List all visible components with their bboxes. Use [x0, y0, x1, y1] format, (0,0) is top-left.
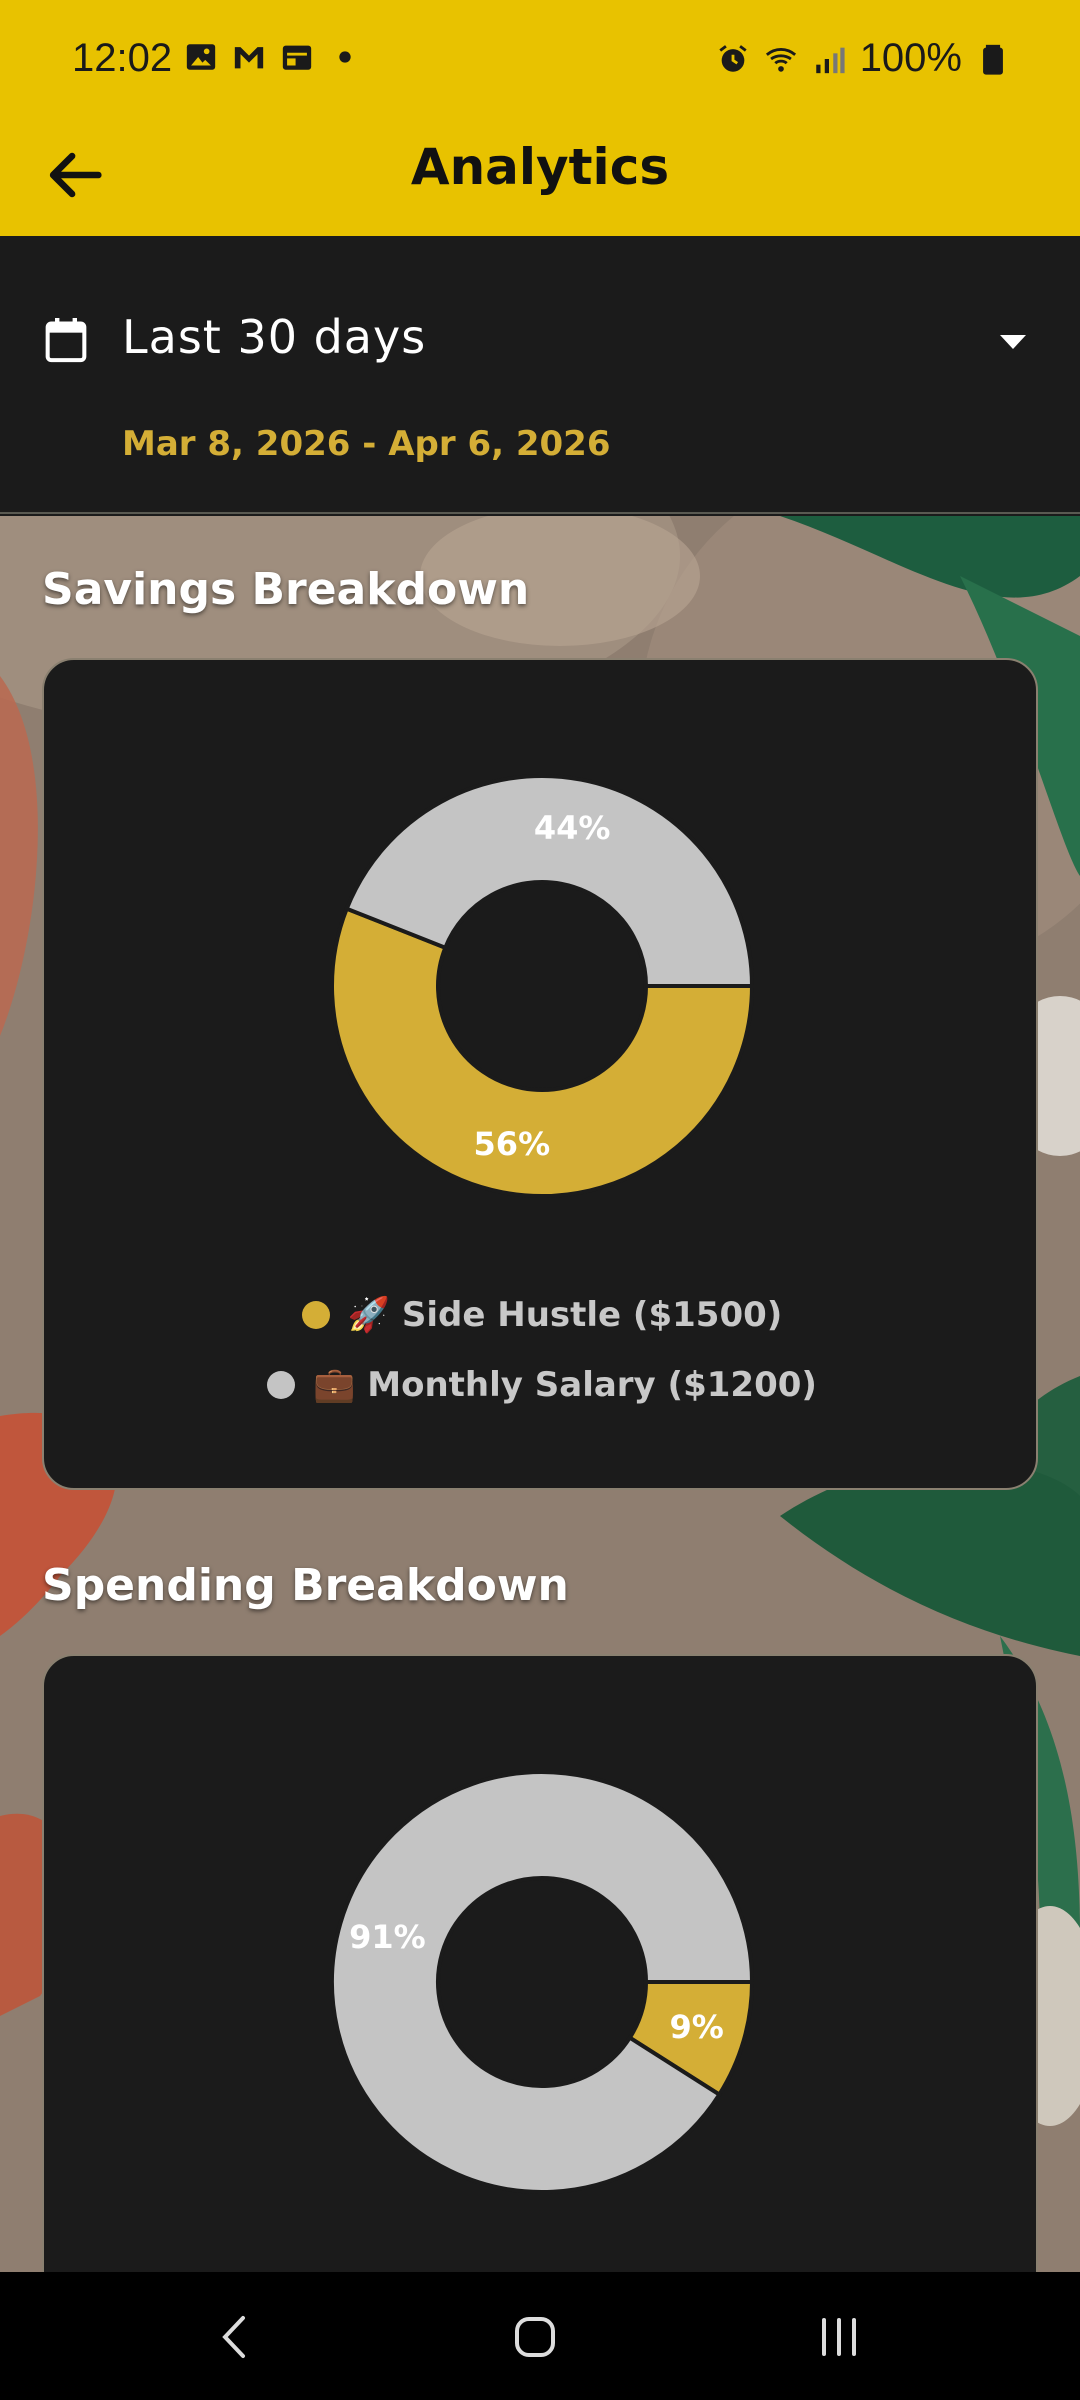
- dot-icon: [339, 51, 351, 63]
- legend-item-monthly-salary: 💼 Monthly Salary ($1200): [44, 1350, 1036, 1420]
- legend-label: 💼 Monthly Salary ($1200): [313, 1365, 817, 1405]
- donut-slice-label: 44%: [534, 809, 611, 847]
- wifi-icon: [765, 47, 796, 72]
- gmail-icon: [234, 47, 264, 69]
- spending-chart-card: 9% 91%: [42, 1654, 1038, 2272]
- spending-donut-chart: 9% 91%: [330, 1770, 754, 2194]
- savings-chart-card: 56% 44% 🚀 Side Hustle ($1500) 💼 Monthly S…: [42, 658, 1038, 1490]
- date-range-dates: Mar 8, 2026 - Apr 6, 2026: [122, 424, 611, 464]
- page-title: Analytics: [410, 138, 670, 196]
- donut-slice-1: [330, 1770, 754, 2194]
- status-time: 12:02: [72, 36, 173, 80]
- alarm-icon: [719, 44, 747, 72]
- donut-slice-label: 9%: [669, 2008, 723, 2046]
- nav-home-icon[interactable]: [500, 2302, 570, 2372]
- savings-breakdown-title: Savings Breakdown: [42, 564, 530, 615]
- status-bar: 12:02 100%: [0, 0, 1080, 118]
- donut-slice-label: 56%: [474, 1125, 551, 1163]
- app-bar: Analytics: [0, 118, 1080, 236]
- nav-back-icon[interactable]: [200, 2302, 270, 2372]
- system-icons: 100%: [716, 36, 1010, 81]
- calendar-icon: [45, 318, 87, 363]
- date-range-selector[interactable]: Last 30 days Mar 8, 2026 - Apr 6, 2026: [0, 236, 1080, 514]
- system-navigation-bar: [0, 2272, 1080, 2400]
- date-range-label: Last 30 days: [122, 310, 427, 364]
- image-icon: [186, 44, 216, 70]
- battery-icon: [983, 44, 1003, 75]
- savings-donut-chart: 56% 44%: [330, 774, 754, 1198]
- caret-down-icon[interactable]: [998, 332, 1028, 352]
- donut-slice-label: 91%: [349, 1918, 426, 1956]
- background-illustration: Savings Breakdown 56% 44% 🚀 Side Hustle (…: [0, 516, 1080, 2272]
- legend-label: 🚀 Side Hustle ($1500): [347, 1295, 783, 1335]
- legend-item-side-hustle: 🚀 Side Hustle ($1500): [44, 1280, 1036, 1350]
- nav-recents-icon[interactable]: [804, 2302, 874, 2372]
- spending-breakdown-title: Spending Breakdown: [42, 1560, 569, 1611]
- savings-legend: 🚀 Side Hustle ($1500) 💼 Monthly Salary (…: [44, 1280, 1036, 1420]
- notification-icons: [184, 40, 362, 74]
- legend-dot-grey: [267, 1371, 296, 1399]
- calendar-note-icon: [282, 45, 312, 70]
- signal-icon: [815, 47, 845, 73]
- battery-percent: 100%: [859, 36, 962, 80]
- legend-dot-gold: [301, 1301, 330, 1329]
